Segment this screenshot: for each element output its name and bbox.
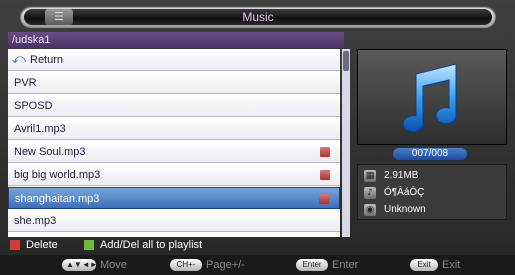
list-item[interactable]: PVR	[8, 72, 340, 94]
add-del-playlist-label: Add/Del all to playlist	[100, 239, 203, 251]
list-item-label: big big world.mp3	[14, 169, 101, 181]
color-key-legend: Delete Add/Del all to playlist	[8, 238, 508, 252]
list-item-label: Avril1.mp3	[14, 123, 66, 135]
album-icon: ◉	[364, 204, 376, 216]
list-item-label: SPOSD	[14, 100, 53, 112]
music-note-icon	[402, 63, 457, 133]
file-size-icon: ▦	[364, 170, 376, 182]
playlist-mark-icon	[319, 194, 329, 204]
list-item-selected[interactable]: shanghaitan.mp3	[8, 187, 340, 209]
playlist-mark-icon	[320, 170, 330, 180]
file-size: 2.91MB	[384, 170, 419, 181]
exit-hint: Exit	[442, 259, 461, 271]
file-list: ⤺ Return PVR SPOSD Avril1.mp3 New Soul.m…	[8, 49, 340, 237]
enter-key-icon: Enter	[296, 259, 328, 271]
info-album: ◉ Unknown	[364, 202, 504, 218]
return-icon: ⤺	[12, 52, 26, 67]
file-info-panel: ▦ 2.91MB ♪ Ó¶ÀáÒÇ ◉ Unknown	[357, 164, 507, 220]
current-path: /udska1	[8, 32, 344, 48]
enter-hint: Enter	[332, 259, 359, 271]
track-counter: 007/008	[393, 148, 467, 160]
list-item[interactable]: big big world.mp3	[8, 164, 340, 186]
window-title: Music	[242, 10, 274, 24]
list-item-label: shanghaitan.mp3	[15, 193, 100, 205]
list-item[interactable]: ⤺ Return	[8, 49, 340, 71]
list-item-label: New Soul.mp3	[14, 146, 86, 158]
move-hint: Move	[100, 259, 127, 271]
list-item[interactable]: Avril1.mp3	[8, 118, 340, 140]
list-item-label: she.mp3	[14, 215, 57, 227]
button-hint-bar: ▲▼◄► Move CH+- Page+/- Enter Enter Exit …	[0, 255, 515, 275]
playlist-mark-icon	[320, 147, 330, 157]
album-name: Unknown	[384, 204, 426, 215]
info-size: ▦ 2.91MB	[364, 168, 504, 184]
artist-name: Ó¶ÀáÒÇ	[384, 187, 425, 198]
list-item[interactable]: SPOSD	[8, 95, 340, 117]
scrollbar[interactable]	[342, 49, 350, 237]
channel-key-icon: CH+-	[170, 259, 202, 271]
info-artist: ♪ Ó¶ÀáÒÇ	[364, 185, 504, 201]
list-item-label: PVR	[14, 77, 37, 89]
preview-panel	[357, 49, 507, 145]
page-hint: Page+/-	[206, 259, 245, 271]
green-key-icon	[84, 240, 94, 250]
list-item[interactable]: she.mp3	[8, 210, 340, 232]
title-bar: ☰ Music	[20, 6, 496, 28]
delete-label: Delete	[26, 239, 58, 251]
scrollbar-thumb[interactable]	[343, 51, 349, 71]
red-key-icon	[10, 240, 20, 250]
list-item-label: Return	[30, 54, 64, 66]
exit-key-icon: Exit	[410, 259, 438, 271]
list-item[interactable]: New Soul.mp3	[8, 141, 340, 163]
artist-icon: ♪	[364, 187, 376, 199]
move-key-icon: ▲▼◄►	[62, 259, 98, 271]
